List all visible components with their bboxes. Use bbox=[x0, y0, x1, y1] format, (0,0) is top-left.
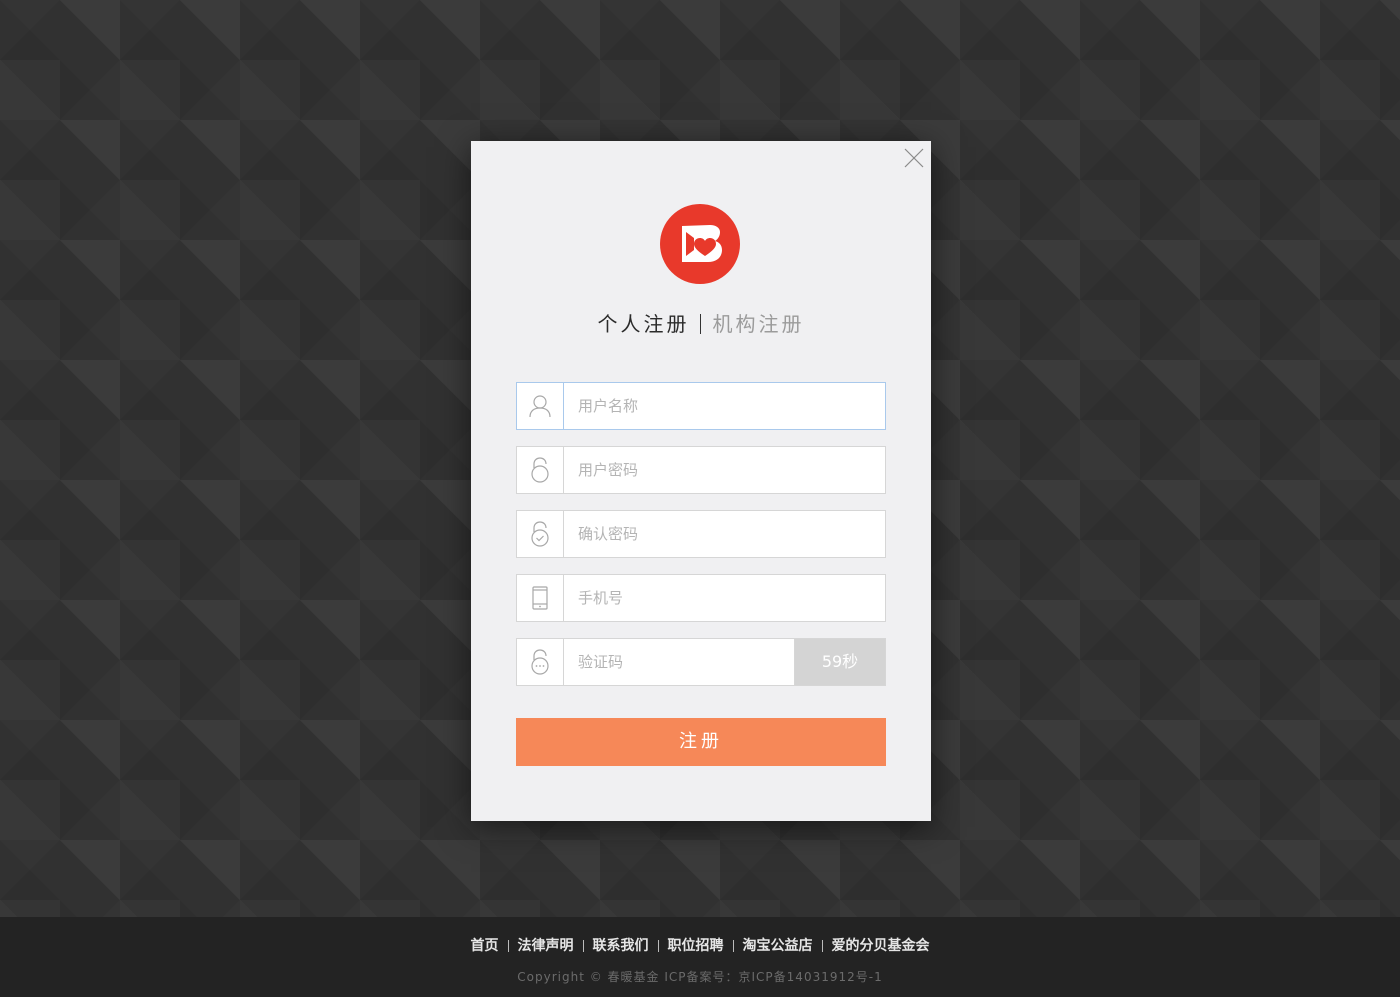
footer-divider bbox=[732, 940, 734, 952]
password-input[interactable] bbox=[564, 447, 885, 493]
tab-divider bbox=[699, 313, 701, 334]
register-button[interactable]: 注册 bbox=[516, 718, 886, 766]
heart-logo-icon bbox=[660, 204, 740, 284]
footer-divider bbox=[657, 940, 659, 952]
lock-check-icon bbox=[517, 511, 564, 557]
send-code-button[interactable]: 59秒 bbox=[794, 639, 885, 685]
username-input[interactable] bbox=[564, 383, 885, 429]
phone-input[interactable] bbox=[564, 575, 885, 621]
tab-personal-register[interactable]: 个人注册 bbox=[598, 309, 690, 339]
footer-divider bbox=[821, 940, 823, 952]
verify-code-input[interactable] bbox=[564, 639, 794, 685]
register-tabs: 个人注册 机构注册 bbox=[471, 307, 931, 339]
footer: 首页 法律声明 联系我们 职位招聘 淘宝公益店 爱的分贝基金会 Copyright © 春… bbox=[0, 917, 1400, 997]
footer-link-taobao-store[interactable]: 淘宝公益店 bbox=[743, 938, 813, 954]
phone-field bbox=[516, 574, 886, 622]
phone-icon bbox=[517, 575, 564, 621]
password-field bbox=[516, 446, 886, 494]
lock-dots-icon bbox=[517, 639, 564, 685]
close-icon[interactable] bbox=[903, 147, 925, 169]
copyright-text: Copyright © 春暖基金 ICP备案号：京ICP备14031912号-1 bbox=[517, 970, 883, 984]
confirm-password-field bbox=[516, 510, 886, 558]
verify-code-field: 59秒 bbox=[516, 638, 886, 686]
footer-link-contact[interactable]: 联系我们 bbox=[593, 938, 649, 954]
register-modal: 个人注册 机构注册 用户名称 手机号 验证码 59秒 注册 bbox=[471, 141, 931, 821]
footer-links: 首页 法律声明 联系我们 职位招聘 淘宝公益店 爱的分贝基金会 bbox=[0, 936, 1400, 956]
username-field bbox=[516, 382, 886, 430]
footer-link-jobs[interactable]: 职位招聘 bbox=[668, 938, 724, 954]
footer-divider bbox=[507, 940, 509, 952]
user-icon bbox=[517, 383, 564, 429]
tab-organization-register[interactable]: 机构注册 bbox=[713, 309, 805, 339]
footer-divider bbox=[582, 940, 584, 952]
footer-link-legal[interactable]: 法律声明 bbox=[518, 938, 574, 954]
confirm-password-input[interactable] bbox=[564, 511, 885, 557]
footer-link-home[interactable]: 首页 bbox=[471, 938, 499, 954]
footer-link-foundation[interactable]: 爱的分贝基金会 bbox=[832, 938, 930, 954]
lock-icon bbox=[517, 447, 564, 493]
